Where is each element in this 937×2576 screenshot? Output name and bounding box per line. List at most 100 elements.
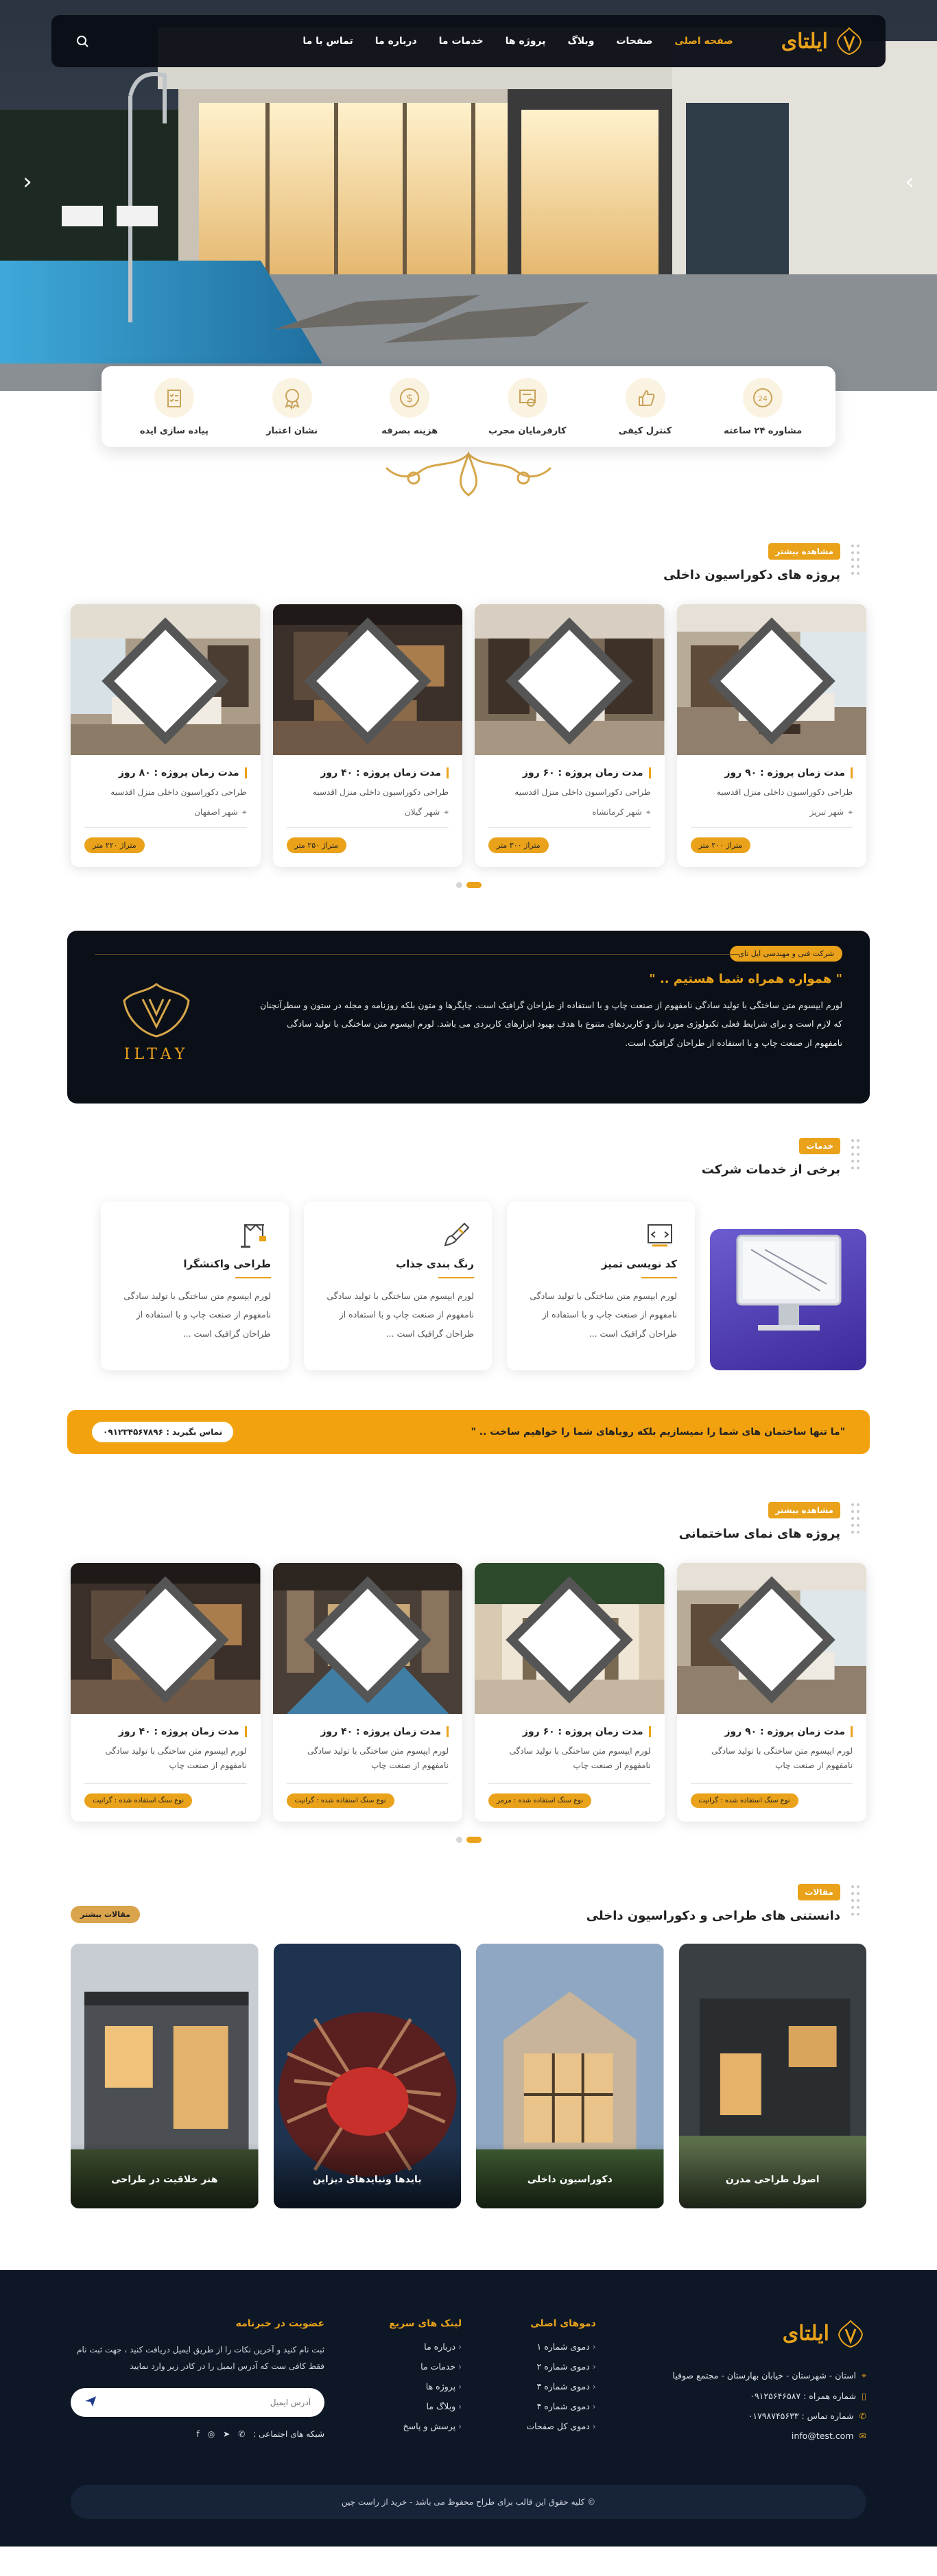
- checklist-icon: [154, 377, 194, 418]
- project-duration: مدت زمان پروژه : ۶۰ روز: [488, 1726, 651, 1737]
- footer-col-title: لینک های سریع: [389, 2317, 462, 2329]
- section-heading: مقالات دانستنی های طراحی و دکوراسیون داخ…: [586, 1883, 866, 1923]
- footer-col-title: عضویت در خبرنامه: [235, 2317, 325, 2329]
- hero-next-arrow[interactable]: ›: [896, 168, 923, 195]
- footer-link[interactable]: پروژه ها: [389, 2381, 462, 2392]
- article-title: اصول طراحی مدرن: [725, 2173, 820, 2185]
- nav-item-services[interactable]: خدمات ما: [439, 36, 484, 47]
- project-image-kitchen: [475, 604, 665, 755]
- articles-badge: مقالات: [798, 1883, 840, 1900]
- instagram-icon[interactable]: ◎: [208, 2429, 215, 2439]
- dots-decoration-icon: [851, 1885, 859, 1916]
- article-title: بایدها ونبایدهای دیزاین: [313, 2173, 422, 2185]
- articles-section: مقالات دانستنی های طراحی و دکوراسیون داخ…: [71, 1883, 866, 2208]
- article-card[interactable]: اصول طراحی مدرن: [678, 1943, 866, 2208]
- article-card[interactable]: بایدها ونبایدهای دیزاین: [273, 1943, 461, 2208]
- diamond-icon: [102, 1575, 229, 1704]
- project-card[interactable]: مدت زمان پروژه : ۹۰ روز طراحی دکوراسیون …: [676, 604, 866, 867]
- feature-item: $ هزینه بصرفه: [358, 377, 461, 436]
- gold-ornament-divider: [385, 451, 552, 497]
- more-articles-button[interactable]: مقالات بیشتر: [71, 1905, 141, 1923]
- footer-link[interactable]: دموی شماره ۳: [526, 2381, 595, 2392]
- whatsapp-icon[interactable]: ✆: [238, 2429, 245, 2439]
- diamond-icon: [304, 617, 431, 745]
- service-text: لورم ایپسوم متن ساختگی با تولید سادگی نا…: [123, 1290, 271, 1339]
- footer-link[interactable]: درباره ما: [389, 2341, 462, 2352]
- project-duration: مدت زمان پروژه : ۴۰ روز: [287, 1726, 449, 1737]
- section-title: برخی از خدمات شرکت: [701, 1162, 840, 1177]
- service-card[interactable]: رنگ بندی جذاب لورم ایپسوم متن ساختگی با …: [304, 1201, 492, 1370]
- section-title: پروژه های دکوراسیون داخلی: [663, 568, 840, 582]
- nav-item-contact[interactable]: تماس با ما: [303, 36, 353, 47]
- project-location: ⌖ شهر کرمانشاه: [488, 807, 650, 818]
- project-description: لورم ایپسوم متن ساختگی با تولید سادگی نا…: [509, 1745, 651, 1771]
- footer-link[interactable]: پرسش و پاسخ: [389, 2421, 462, 2431]
- project-card[interactable]: مدت زمان پروژه : ۴۰ روز لورم ایپسوم متن …: [71, 1562, 261, 1822]
- footer-logo[interactable]: ایلتای: [661, 2318, 866, 2350]
- article-image-modern-house: [678, 1943, 866, 2208]
- title-underline: [235, 1276, 271, 1278]
- footer-link[interactable]: وبلاگ ما: [389, 2401, 462, 2411]
- pager-dot-active[interactable]: [466, 1836, 482, 1843]
- search-button[interactable]: [72, 31, 93, 51]
- code-blueprint-icon: [648, 1224, 672, 1247]
- article-card[interactable]: دکوراسیون داخلی: [476, 1943, 664, 2208]
- gold-divider-line: [95, 953, 739, 955]
- site-logo[interactable]: ایلتای: [781, 25, 865, 57]
- section-heading: مشاهده بیشتر پروژه های نمای ساختمانی: [71, 1501, 866, 1541]
- nav-item-about[interactable]: درباره ما: [375, 36, 417, 47]
- pager-dot[interactable]: [455, 881, 462, 888]
- svg-text:$: $: [406, 392, 413, 405]
- footer-phone[interactable]: ✆ شماره تماس : ۰۱۷۹۸۷۴۵۶۳۳: [661, 2411, 866, 2421]
- nav-item-blog[interactable]: وبلاگ: [567, 36, 594, 47]
- facebook-icon[interactable]: f: [196, 2429, 199, 2439]
- footer-mobile[interactable]: ▯ شماره همراه : ۰۹۱۲۵۶۴۶۵۸۷: [661, 2391, 866, 2401]
- diamond-icon: [708, 1575, 835, 1704]
- footer-logo-text: ایلتای: [782, 2322, 829, 2346]
- send-button[interactable]: [84, 2395, 97, 2410]
- footer-link[interactable]: خدمات ما: [389, 2361, 462, 2372]
- footer-link[interactable]: دموی شماره ۴: [526, 2401, 595, 2411]
- location-pin-icon: ⌖: [444, 807, 449, 817]
- title-underline: [438, 1276, 474, 1278]
- pager-dot-active[interactable]: [466, 881, 482, 888]
- email-input[interactable]: [132, 2397, 311, 2407]
- nav-item-projects[interactable]: پروژه ها: [506, 36, 546, 47]
- divider: [690, 826, 853, 828]
- project-card[interactable]: مدت زمان پروژه : ۶۰ روز لورم ایپسوم متن …: [475, 1562, 665, 1822]
- location-text: شهر کرمانشاه: [592, 807, 642, 818]
- footer-col-title: دموهای اصلی: [530, 2317, 596, 2329]
- footer-link[interactable]: دموی شماره ۲: [526, 2361, 595, 2372]
- nav-item-home[interactable]: صفحه اصلی: [674, 36, 733, 47]
- project-card[interactable]: مدت زمان پروژه : ۴۰ روز طراحی دکوراسیون …: [272, 604, 462, 867]
- newsletter-text: ثبت نام کنید و آخرین نکات را از طریق ایم…: [77, 2344, 325, 2371]
- location-pin-icon: ⌖: [241, 807, 247, 817]
- service-card[interactable]: طراحی واکنشگرا لورم ایپسوم متن ساختگی با…: [101, 1201, 289, 1370]
- project-duration: مدت زمان پروژه : ۴۰ روز: [287, 767, 449, 778]
- nav-item-pages[interactable]: صفحات: [616, 36, 652, 47]
- project-card[interactable]: مدت زمان پروژه : ۴۰ روز لورم ایپسوم متن …: [272, 1562, 462, 1822]
- footer-link[interactable]: دموی شماره ۱: [526, 2341, 595, 2352]
- diamond-icon: [102, 617, 229, 745]
- project-card[interactable]: مدت زمان پروژه : ۹۰ روز لورم ایپسوم متن …: [676, 1562, 866, 1822]
- service-text: لورم ایپسوم متن ساختگی با تولید سادگی نا…: [327, 1290, 474, 1339]
- location-text: شهر تبریز: [809, 807, 844, 818]
- project-card[interactable]: مدت زمان پروژه : ۸۰ روز طراحی دکوراسیون …: [71, 604, 261, 867]
- see-more-badge[interactable]: مشاهده بیشتر: [768, 1501, 840, 1518]
- footer-email[interactable]: ✉ info@test.com: [661, 2431, 866, 2441]
- footer-link[interactable]: دموی کل صفحات: [526, 2421, 595, 2431]
- telegram-icon[interactable]: ➤: [223, 2429, 230, 2439]
- pager-dot[interactable]: [455, 1836, 462, 1843]
- main-navbar: ایلتای صفحه اصلی صفحات وبلاگ پروژه ها خد…: [51, 15, 886, 67]
- title-underline: [641, 1276, 677, 1278]
- call-button[interactable]: تماس بگیرید : ۰۹۱۲۳۴۵۶۷۸۹۶: [92, 1421, 234, 1442]
- see-more-badge[interactable]: مشاهده بیشتر: [768, 543, 840, 560]
- project-card[interactable]: مدت زمان پروژه : ۶۰ روز طراحی دکوراسیون …: [475, 604, 665, 867]
- article-card[interactable]: هنر خلاقیت در طراحی: [71, 1943, 259, 2208]
- service-card[interactable]: کد نویسی تمیز لورم ایپسوم متن ساختگی با …: [507, 1201, 695, 1370]
- diamond-icon: [506, 1575, 633, 1704]
- project-description: طراحی دکوراسیون داخلی منزل اقدسیه: [716, 787, 853, 797]
- search-icon: [77, 36, 88, 47]
- area-tag: متراژ ۲۰۰ متر: [690, 837, 751, 853]
- hero-prev-arrow[interactable]: ‹: [14, 168, 41, 195]
